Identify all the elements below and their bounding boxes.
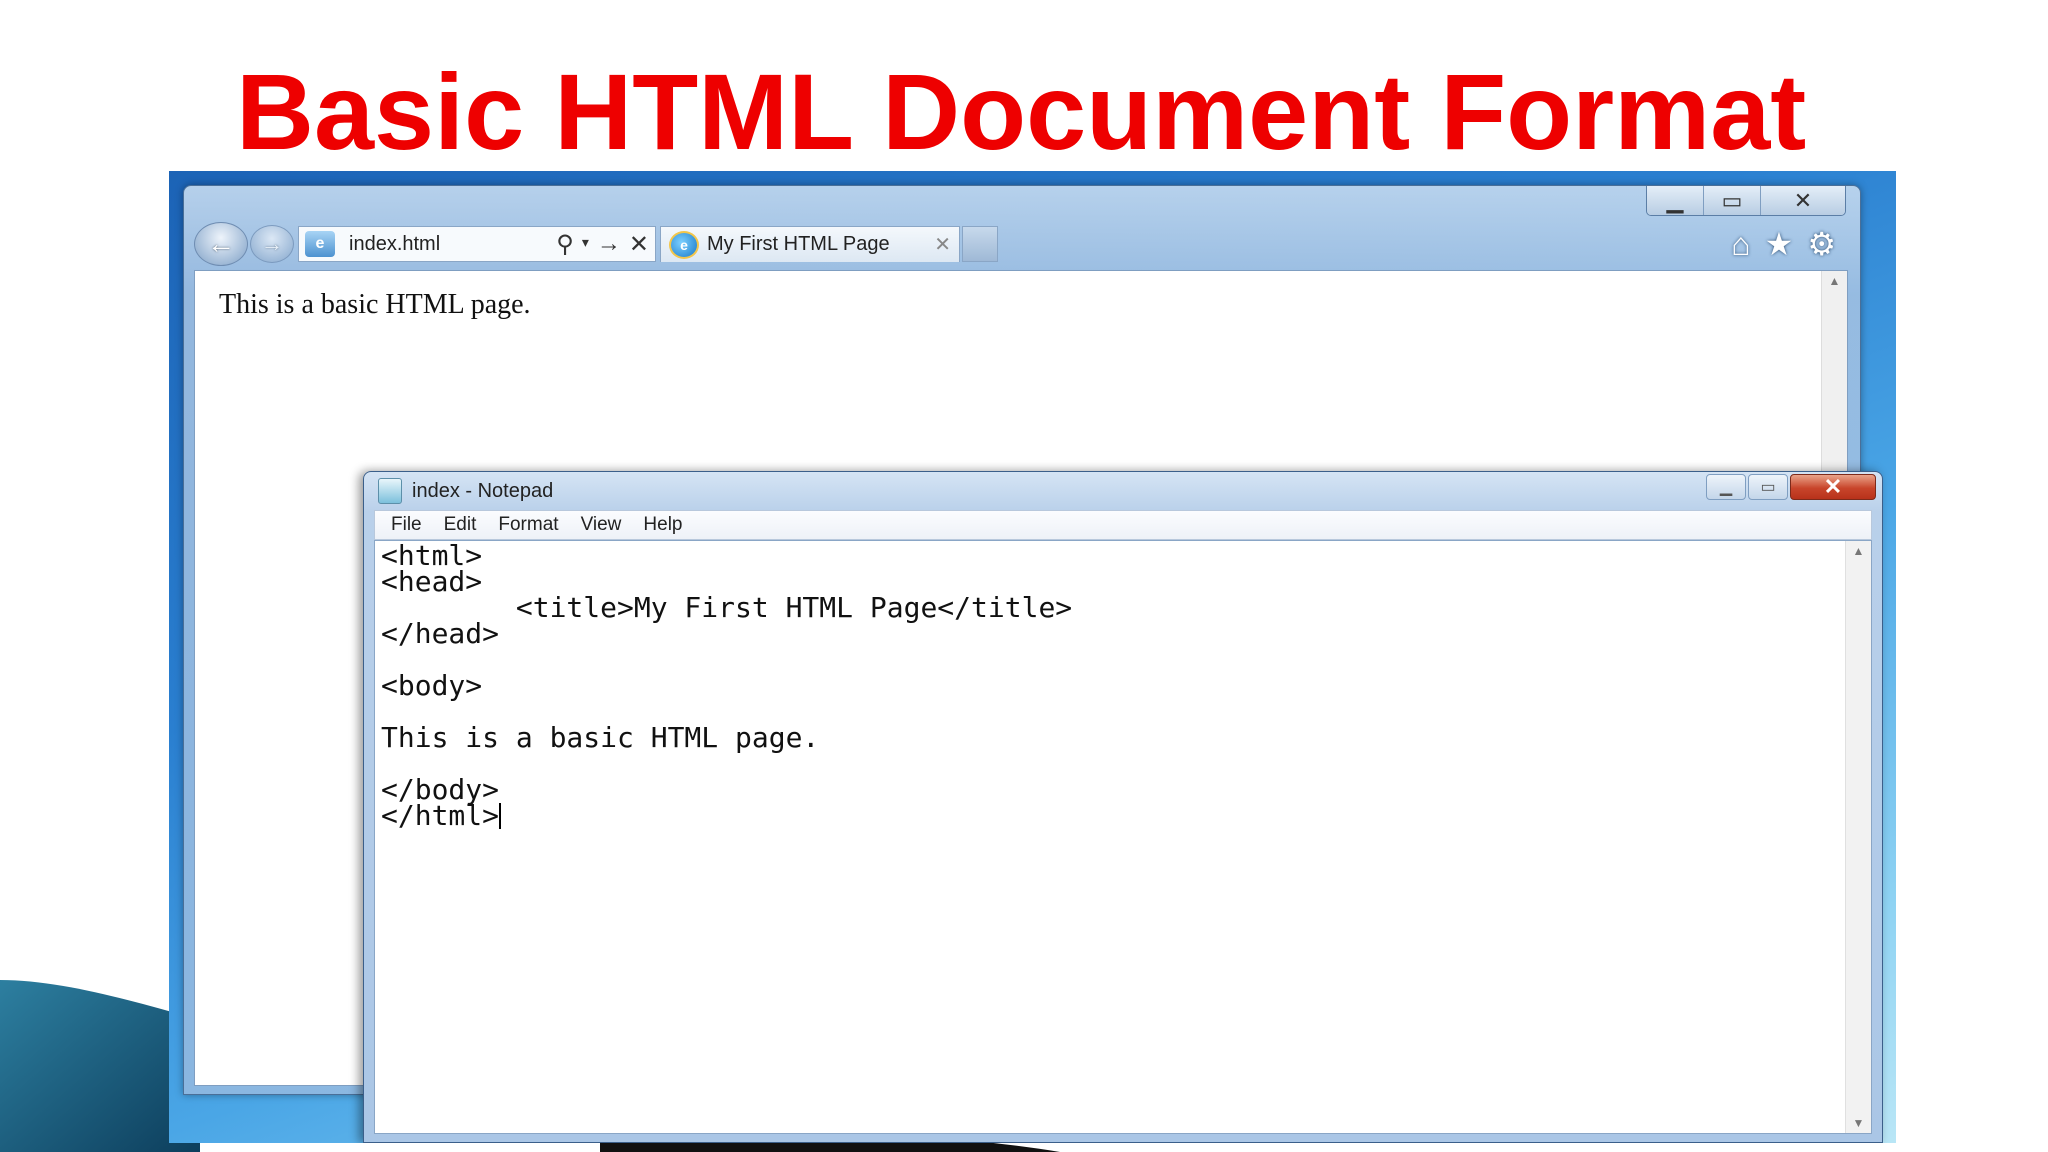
maximize-icon[interactable]: ▭ — [1703, 186, 1760, 215]
close-icon[interactable]: ✕ — [1760, 186, 1845, 215]
address-actions: ⚲ ▾ → ✕ — [556, 230, 649, 259]
favorites-icon[interactable]: ★ — [1765, 225, 1794, 263]
notepad-editor[interactable]: <html> <head> <title>My First HTML Page</… — [374, 540, 1872, 1134]
home-icon[interactable]: ⌂ — [1731, 226, 1750, 263]
page-favicon-icon: e — [305, 231, 335, 257]
minimize-icon[interactable]: ▁ — [1647, 186, 1703, 215]
menu-view[interactable]: View — [575, 514, 628, 536]
code-line-last: </html> — [381, 802, 1072, 830]
notepad-caption-buttons: ▁ ▭ ✕ — [1704, 474, 1876, 502]
stop-icon[interactable]: ✕ — [629, 230, 649, 259]
dropdown-icon[interactable]: ▾ — [582, 230, 589, 259]
code-text[interactable]: <html> <head> <title>My First HTML Page</… — [381, 539, 1072, 830]
code-line: This is a basic HTML page. — [381, 721, 820, 754]
back-arrow-icon[interactable]: ← — [194, 222, 248, 266]
tab-label: My First HTML Page — [707, 233, 890, 255]
slide-title: Basic HTML Document Format — [236, 51, 1807, 172]
code-line: ​ — [381, 647, 1072, 673]
text-cursor — [499, 803, 502, 829]
forward-arrow-icon[interactable]: → — [250, 225, 294, 263]
desktop-screenshot: ▁ ▭ ✕ ← → e index.html ⚲ ▾ → ✕ e My Firs… — [169, 171, 1896, 1143]
browser-caption-buttons: ▁ ▭ ✕ — [1646, 186, 1846, 216]
tab-close-icon[interactable]: ✕ — [934, 232, 951, 257]
notepad-titlebar[interactable]: index - Notepad ▁ ▭ ✕ — [364, 472, 1882, 510]
new-tab-button[interactable] — [962, 226, 998, 262]
code-line: <html> — [381, 539, 483, 572]
address-bar[interactable]: e index.html ⚲ ▾ → ✕ — [298, 226, 656, 262]
ie-logo-icon: e — [669, 230, 699, 259]
scroll-down-icon[interactable]: ▼ — [1846, 1113, 1871, 1133]
address-text[interactable]: index.html — [349, 233, 499, 256]
scroll-up-icon[interactable]: ▲ — [1822, 271, 1847, 291]
page-body-text: This is a basic HTML page. — [219, 289, 531, 320]
search-icon[interactable]: ⚲ — [556, 230, 574, 259]
notepad-menubar: File Edit Format View Help — [374, 510, 1872, 540]
notepad-window: index - Notepad ▁ ▭ ✕ File Edit Format V… — [363, 471, 1883, 1143]
settings-icon[interactable]: ⚙ — [1807, 225, 1836, 263]
notepad-scrollbar[interactable]: ▲ ▼ — [1845, 541, 1871, 1133]
browser-tools: ⌂ ★ ⚙ — [1731, 222, 1836, 266]
minimize-icon[interactable]: ▁ — [1706, 474, 1746, 500]
tab-my-first-html-page[interactable]: e My First HTML Page ✕ — [660, 226, 960, 262]
go-icon[interactable]: → — [597, 230, 621, 259]
maximize-icon[interactable]: ▭ — [1748, 474, 1788, 500]
code-line: </head> — [381, 617, 500, 650]
menu-format[interactable]: Format — [492, 514, 564, 536]
scroll-up-icon[interactable]: ▲ — [1846, 541, 1871, 561]
menu-file[interactable]: File — [385, 514, 428, 536]
notepad-title: index - Notepad — [412, 479, 554, 502]
browser-toolbar: ← → e index.html ⚲ ▾ → ✕ e My First HTML… — [194, 222, 1844, 266]
menu-edit[interactable]: Edit — [438, 514, 483, 536]
code-line: </html> — [381, 799, 500, 832]
notepad-icon — [378, 478, 402, 504]
menu-help[interactable]: Help — [637, 514, 688, 536]
code-line: <body> — [381, 669, 483, 702]
close-icon[interactable]: ✕ — [1790, 474, 1876, 500]
